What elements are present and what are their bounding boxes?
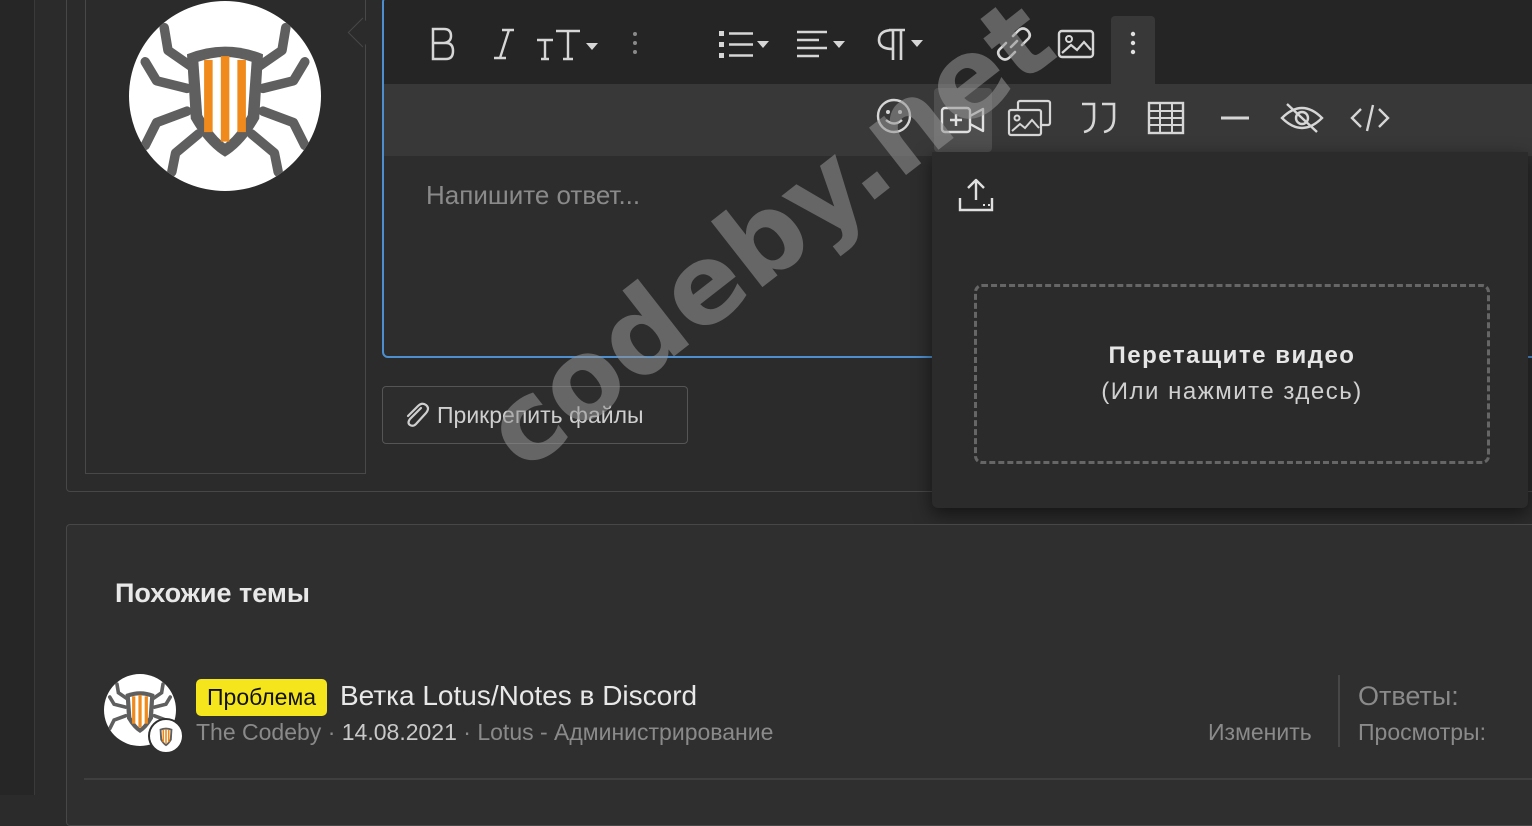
link-icon[interactable]	[992, 24, 1036, 64]
upload-icon[interactable]	[956, 176, 996, 216]
dropzone-hint: (Или нажмите здесь)	[1101, 378, 1363, 405]
editor-toolbar-main	[384, 0, 1532, 84]
text-size-icon[interactable]	[534, 24, 606, 64]
bold-icon[interactable]	[422, 24, 462, 64]
thread-forum-link[interactable]: Lotus - Администрирование	[477, 719, 773, 745]
hide-content-icon[interactable]	[1278, 98, 1326, 138]
italic-icon[interactable]	[484, 24, 524, 64]
codeby-logo-icon	[140, 22, 310, 177]
vertical-dots-icon[interactable]	[628, 28, 642, 58]
similar-threads-title: Похожие темы	[115, 578, 310, 608]
thread-meta: The Codeby · 14.08.2021 · Lotus - Админи…	[196, 719, 773, 746]
thread-edit-link[interactable]: Изменить	[1208, 719, 1312, 746]
user-avatar[interactable]	[129, 1, 321, 191]
views-label: Просмотры:	[1358, 719, 1486, 745]
stats-divider	[1338, 675, 1340, 747]
paperclip-icon	[406, 402, 430, 427]
row-divider	[84, 778, 1532, 780]
video-insert-icon	[940, 100, 986, 140]
reply-placeholder: Напишите ответ...	[426, 180, 641, 210]
meta-separator: ·	[463, 719, 478, 745]
replies-label: Ответы:	[1358, 681, 1459, 711]
align-icon[interactable]	[794, 26, 854, 62]
table-icon[interactable]	[1146, 98, 1186, 138]
list-icon[interactable]	[716, 26, 776, 62]
similar-threads-panel	[66, 524, 1532, 826]
thread-prefix-badge[interactable]: Проблема	[196, 679, 328, 716]
attach-files-button[interactable]: Прикрепить файлы	[382, 386, 688, 444]
quote-icon[interactable]	[1076, 96, 1120, 140]
more-options-icon[interactable]	[1121, 28, 1145, 58]
horizontal-line-icon[interactable]	[1216, 98, 1254, 138]
image-icon[interactable]	[1056, 24, 1096, 64]
paragraph-icon[interactable]	[874, 24, 932, 64]
gallery-icon[interactable]	[1006, 96, 1054, 140]
thread-last-poster-avatar[interactable]	[148, 718, 184, 754]
smiley-icon[interactable]	[874, 96, 914, 136]
code-icon[interactable]	[1348, 98, 1392, 138]
meta-separator: ·	[327, 719, 342, 745]
thread-title-link[interactable]: Ветка Lotus/Notes в Discord	[340, 680, 697, 712]
left-rail	[0, 0, 35, 795]
thread-author-link[interactable]: The Codeby	[196, 719, 321, 745]
thread-date[interactable]: 14.08.2021	[342, 719, 457, 745]
codeby-logo-icon	[159, 727, 173, 747]
video-dropzone[interactable]: Перетащите видео (Или нажмите здесь)	[974, 284, 1490, 464]
dropzone-title: Перетащите видео	[1108, 342, 1356, 369]
video-upload-popup: Перетащите видео (Или нажмите здесь)	[932, 152, 1528, 508]
video-insert-button[interactable]	[934, 88, 992, 152]
attach-files-label: Прикрепить файлы	[437, 401, 644, 428]
